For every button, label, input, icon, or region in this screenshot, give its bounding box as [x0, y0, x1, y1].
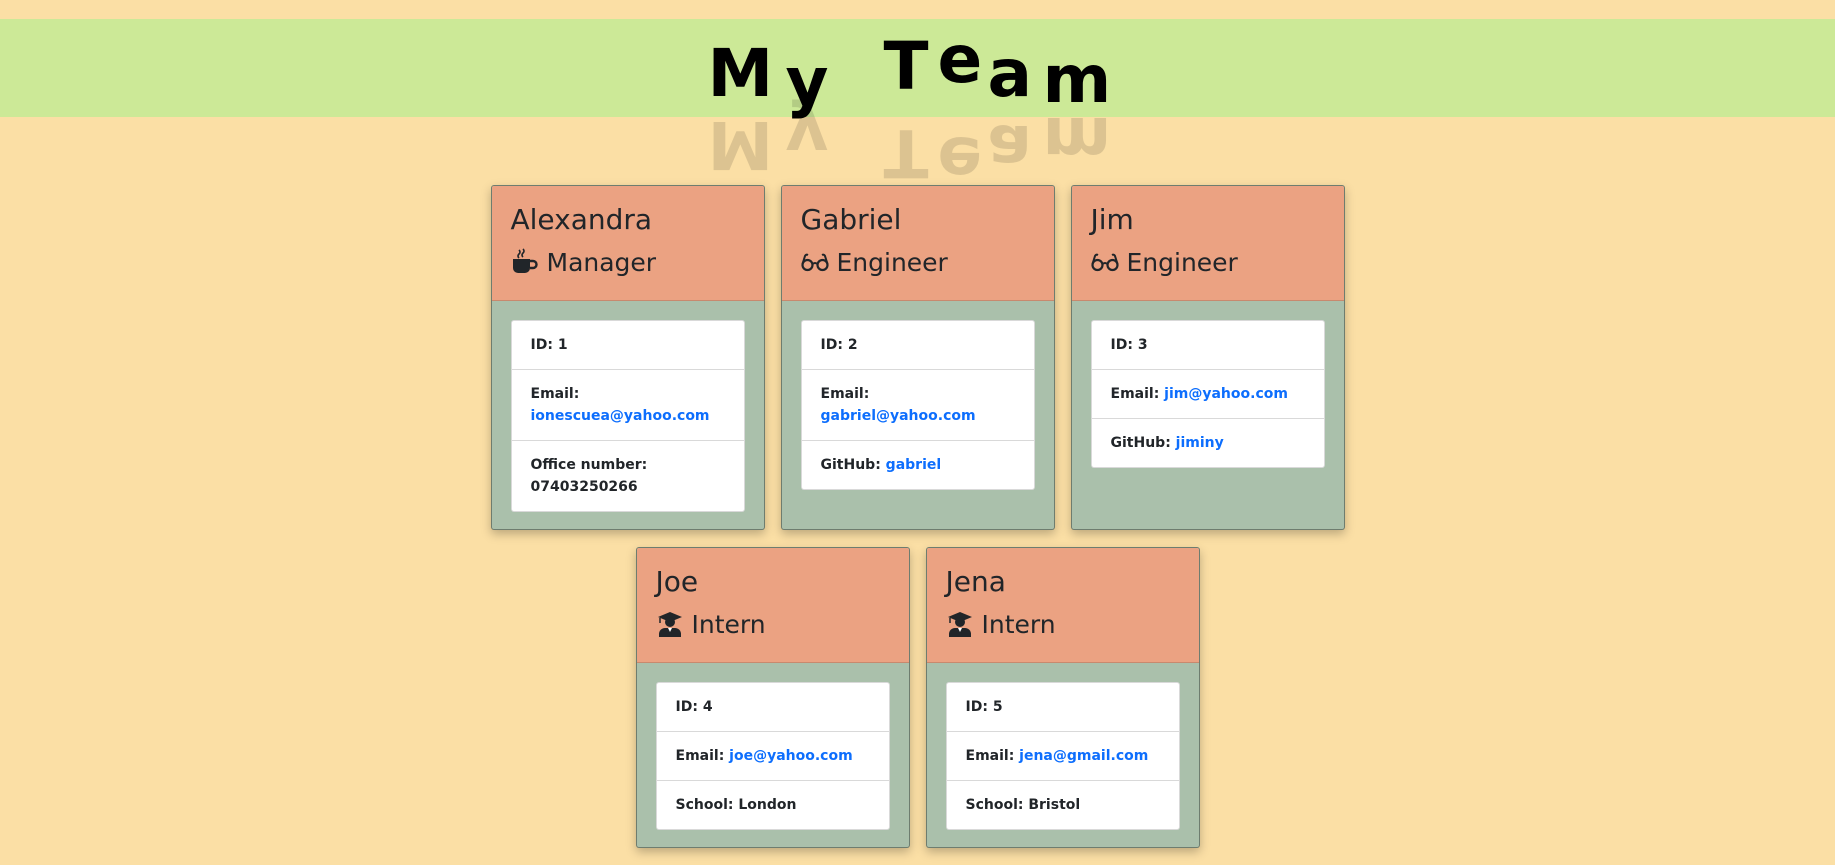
- email-link[interactable]: joe@yahoo.com: [729, 748, 853, 764]
- employee-role: Engineer: [1091, 244, 1325, 280]
- role-label: Intern: [981, 609, 1056, 639]
- card-body: ID: 5 Email: jena@gmail.com School: Bris…: [927, 663, 1199, 847]
- title-letter-m: M: [707, 35, 774, 112]
- id-item: ID: 1: [530, 337, 568, 353]
- employee-name: Alexandra: [510, 203, 653, 236]
- details-list: ID: 5 Email: jena@gmail.com School: Bris…: [945, 682, 1180, 830]
- title-reflection-y: y: [785, 98, 829, 175]
- email-link[interactable]: jim@yahoo.com: [1164, 386, 1288, 402]
- id-item: ID: 4: [675, 699, 713, 715]
- card-header: Alexandra Manager: [491, 186, 764, 301]
- title-reflection-a: a: [987, 110, 1033, 187]
- email-item: Email: joe@yahoo.com: [656, 731, 889, 780]
- github-item: GitHub: jiminy: [1091, 418, 1324, 467]
- details-list: ID: 3 Email: jim@yahoo.com GitHub: jimin…: [1090, 320, 1325, 468]
- employee-role: Intern: [946, 606, 1180, 642]
- employee-card-gabriel: Gabriel Engineer ID: 2 Email: gabriel@ya…: [780, 185, 1055, 530]
- github-link[interactable]: jiminy: [1176, 435, 1224, 451]
- email-link[interactable]: ionescuea@yahoo.com: [531, 408, 710, 424]
- employee-card-jena: Jena Intern ID: 5 Email: jena@gmail.com …: [925, 547, 1200, 848]
- role-label: Intern: [691, 609, 766, 639]
- employee-card-alexandra: Alexandra Manager ID: 1 Email: ionescuea@…: [490, 185, 765, 530]
- graduate-icon: [656, 610, 684, 638]
- role-label: Manager: [546, 247, 657, 277]
- details-list: ID: 2 Email: gabriel@yahoo.com GitHub: g…: [800, 320, 1035, 490]
- employee-card-jim: Jim Engineer ID: 3 Email: jim@yahoo.com …: [1070, 185, 1345, 530]
- employee-name: Jim: [1090, 203, 1134, 236]
- id-item: ID: 5: [965, 699, 1003, 715]
- details-list: ID: 1 Email: ionescuea@yahoo.com Office n…: [510, 320, 745, 512]
- details-list: ID: 4 Email: joe@yahoo.com School: Londo…: [655, 682, 890, 830]
- employee-name: Gabriel: [800, 203, 902, 236]
- title-letter-a: a: [987, 35, 1033, 112]
- email-item: Email: ionescuea@yahoo.com: [511, 369, 744, 440]
- employee-role: Intern: [656, 606, 890, 642]
- office-number-item: Office number: 07403250266: [511, 440, 744, 511]
- card-body: ID: 4 Email: joe@yahoo.com School: Londo…: [637, 663, 909, 847]
- employee-card-joe: Joe Intern ID: 4 Email: joe@yahoo.com Sc…: [635, 547, 910, 848]
- title-reflection-t: T: [883, 114, 929, 191]
- email-item: Email: jim@yahoo.com: [1091, 369, 1324, 418]
- coffee-mug-icon: [511, 248, 539, 276]
- card-header: Gabriel Engineer: [781, 186, 1054, 301]
- glasses-icon: [1091, 248, 1119, 276]
- cards-row-1: Alexandra Manager ID: 1 Email: ionescuea@…: [0, 185, 1835, 530]
- employee-name: Jena: [945, 565, 1006, 598]
- role-label: Engineer: [1126, 247, 1238, 277]
- id-item: ID: 2: [820, 337, 858, 353]
- employee-name: Joe: [655, 565, 699, 598]
- title-reflection-m2: m: [1042, 102, 1112, 179]
- id-item: ID: 3: [1110, 337, 1148, 353]
- email-item: Email: jena@gmail.com: [946, 731, 1179, 780]
- title-letter-e: e: [937, 21, 983, 98]
- employee-role: Manager: [511, 244, 745, 280]
- cards-row-2: Joe Intern ID: 4 Email: joe@yahoo.com Sc…: [0, 547, 1835, 848]
- title-reflection-m: M: [707, 106, 774, 183]
- title-letter-t: T: [883, 28, 929, 105]
- employee-role: Engineer: [801, 244, 1035, 280]
- card-body: ID: 2 Email: gabriel@yahoo.com GitHub: g…: [782, 301, 1054, 507]
- team-cards: Alexandra Manager ID: 1 Email: ionescuea@…: [0, 185, 1835, 865]
- card-header: Jim Engineer: [1071, 186, 1344, 301]
- page-title: M y T e a m M y T e a m: [0, 19, 1835, 200]
- school-item: School: Bristol: [946, 780, 1179, 829]
- github-link[interactable]: gabriel: [886, 457, 942, 473]
- glasses-icon: [801, 248, 829, 276]
- card-header: Jena Intern: [926, 548, 1199, 663]
- email-link[interactable]: gabriel@yahoo.com: [821, 408, 976, 424]
- card-body: ID: 3 Email: jim@yahoo.com GitHub: jimin…: [1072, 301, 1344, 485]
- card-body: ID: 1 Email: ionescuea@yahoo.com Office n…: [492, 301, 764, 529]
- card-header: Joe Intern: [636, 548, 909, 663]
- graduate-icon: [946, 610, 974, 638]
- github-item: GitHub: gabriel: [801, 440, 1034, 489]
- role-label: Engineer: [836, 247, 948, 277]
- school-item: School: London: [656, 780, 889, 829]
- email-item: Email: gabriel@yahoo.com: [801, 369, 1034, 440]
- title-reflection-e: e: [937, 122, 983, 199]
- email-link[interactable]: jena@gmail.com: [1019, 748, 1148, 764]
